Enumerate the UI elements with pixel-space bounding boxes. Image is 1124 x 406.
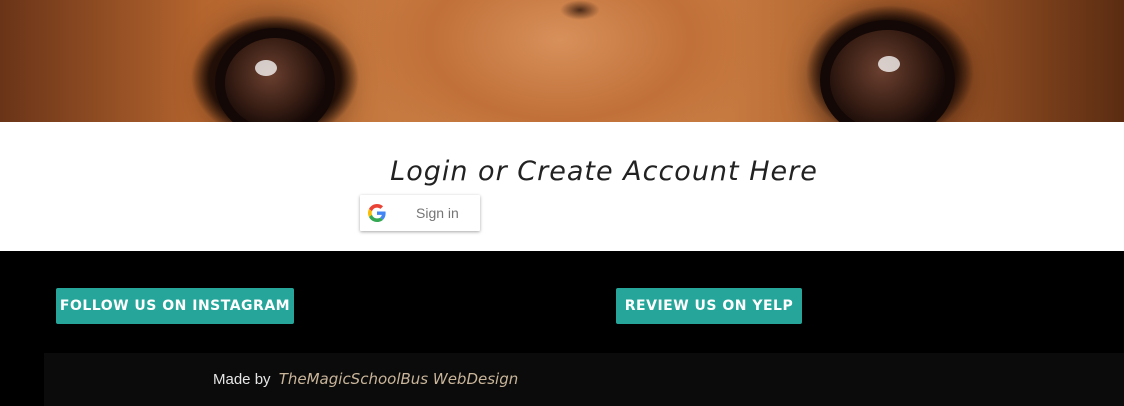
hero-dog-image xyxy=(0,0,1124,122)
footer-credit-bar: Made by TheMagicSchoolBus WebDesign xyxy=(44,353,1124,406)
dog-eye-left xyxy=(225,38,325,122)
instagram-button[interactable]: FOLLOW US ON INSTAGRAM xyxy=(56,288,294,324)
eye-glint xyxy=(255,60,277,76)
made-by-prefix: Made by xyxy=(213,371,271,388)
dog-eye-right xyxy=(830,30,945,122)
footer: FOLLOW US ON INSTAGRAM REVIEW US ON YELP… xyxy=(0,251,1124,406)
google-icon xyxy=(368,204,386,222)
google-signin-button[interactable]: Sign in xyxy=(360,195,480,231)
fur-marking xyxy=(560,0,600,20)
made-by-credit: Made by TheMagicSchoolBus WebDesign xyxy=(213,370,518,388)
designer-link[interactable]: TheMagicSchoolBus WebDesign xyxy=(279,370,519,388)
yelp-button[interactable]: REVIEW US ON YELP xyxy=(616,288,802,324)
login-section: Login or Create Account Here Sign in xyxy=(0,122,1124,251)
eye-glint xyxy=(878,56,900,72)
login-title: Login or Create Account Here xyxy=(390,156,818,187)
signin-label: Sign in xyxy=(416,205,459,221)
